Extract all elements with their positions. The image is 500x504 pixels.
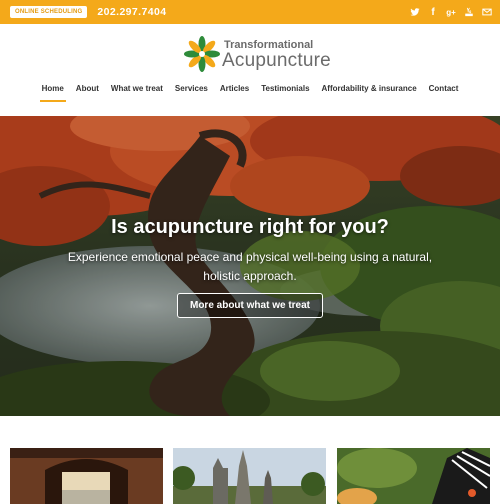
butterfly-image[interactable] [337, 448, 490, 504]
more-about-treatment-button[interactable]: More about what we treat [177, 293, 323, 318]
hero-section: Is acupuncture right for you? Experience… [0, 116, 500, 416]
lotus-logo-icon [184, 36, 220, 72]
nav-item-services[interactable]: Services [175, 84, 208, 102]
hero-subtitle: Experience emotional peace and physical … [67, 250, 433, 283]
feature-cards [0, 416, 500, 504]
hero-title: Is acupuncture right for you? [111, 216, 389, 238]
temple-image[interactable] [173, 448, 326, 504]
nav-item-articles[interactable]: Articles [220, 84, 249, 102]
youtube-icon[interactable] [464, 7, 474, 17]
archway-image[interactable] [10, 448, 163, 504]
nav-item-contact[interactable]: Contact [429, 84, 459, 102]
logo-text-line2: Acupuncture [222, 50, 331, 71]
email-icon[interactable] [482, 7, 492, 17]
google-plus-icon[interactable]: g+ [446, 7, 456, 17]
social-links: f g+ [410, 7, 492, 18]
phone-number[interactable]: 202.297.7404 [97, 6, 166, 18]
main-navigation: Home About What we treat Services Articl… [0, 84, 500, 102]
nav-item-about[interactable]: About [76, 84, 99, 102]
twitter-icon[interactable] [410, 7, 420, 17]
top-bar: ONLINE SCHEDULING 202.297.7404 f g+ [0, 0, 500, 24]
site-logo[interactable]: Transformational Acupuncture [184, 36, 331, 76]
nav-item-testimonials[interactable]: Testimonials [261, 84, 309, 102]
site-header: Transformational Acupuncture Home About … [0, 24, 500, 116]
online-scheduling-button[interactable]: ONLINE SCHEDULING [10, 6, 88, 18]
nav-item-affordability[interactable]: Affordability & insurance [322, 84, 417, 102]
facebook-icon[interactable]: f [428, 7, 438, 18]
nav-item-what-we-treat[interactable]: What we treat [111, 84, 163, 102]
nav-item-home[interactable]: Home [39, 84, 67, 102]
